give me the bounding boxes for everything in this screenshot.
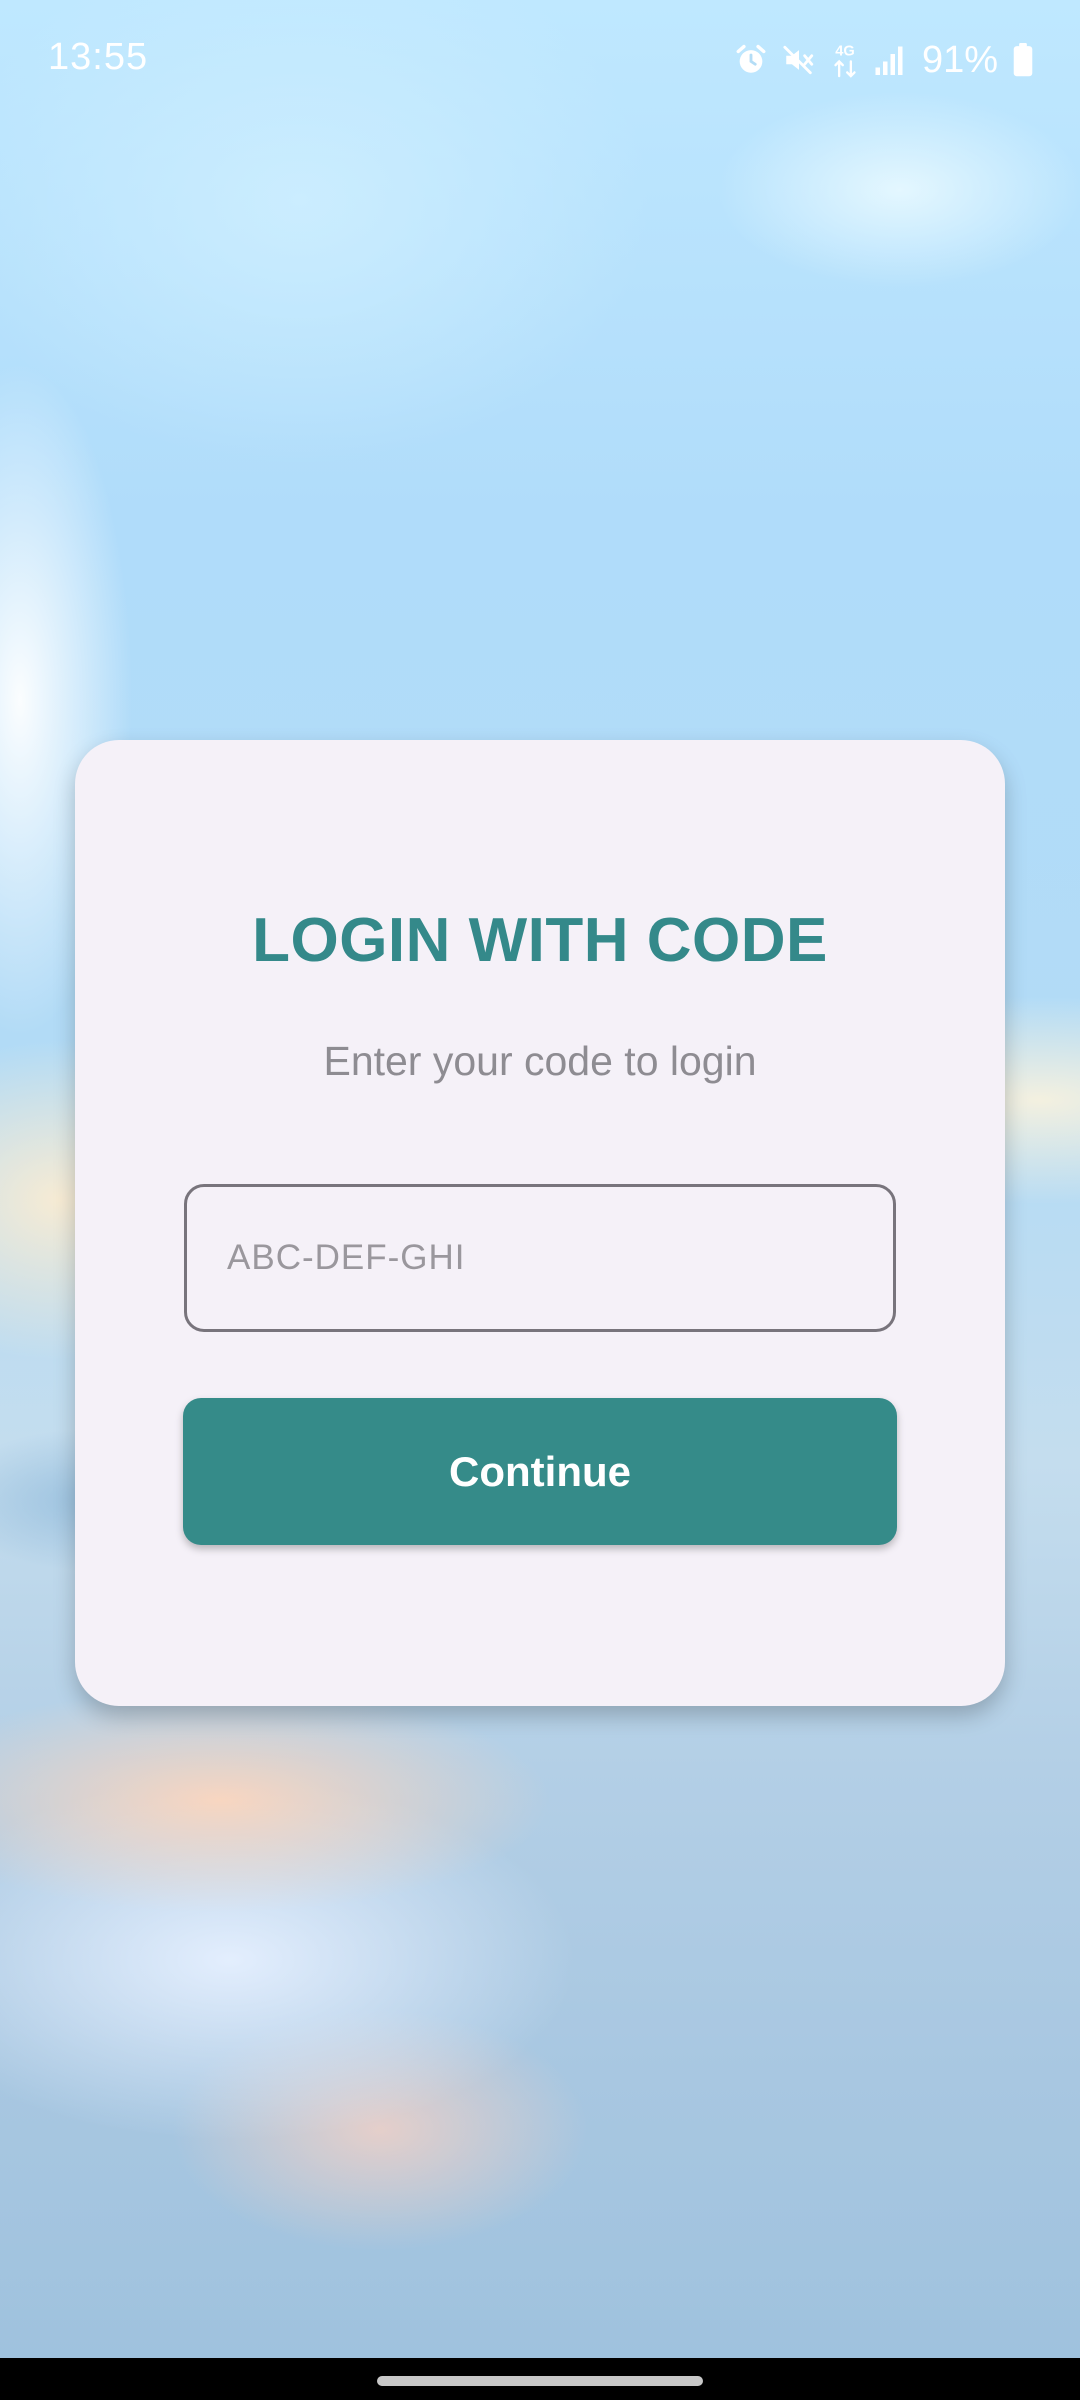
status-bar: 13:55 4G 91% — [0, 0, 1080, 120]
continue-button[interactable]: Continue — [183, 1398, 897, 1545]
page-title: LOGIN WITH CODE — [252, 906, 828, 975]
status-icons: 4G 91% — [734, 36, 1034, 84]
network-label: 4G — [835, 44, 855, 60]
navigation-bar — [0, 2358, 1080, 2400]
home-handle[interactable] — [377, 2376, 703, 2386]
signal-icon — [874, 43, 904, 77]
alarm-icon — [734, 43, 768, 77]
mute-icon — [782, 43, 816, 77]
page-subtitle: Enter your code to login — [323, 1038, 757, 1084]
status-time: 13:55 — [48, 36, 149, 78]
code-input[interactable] — [184, 1184, 896, 1332]
network-4g-icon: 4G — [830, 41, 860, 79]
battery-icon — [1012, 43, 1034, 77]
battery-percent: 91% — [921, 38, 998, 81]
